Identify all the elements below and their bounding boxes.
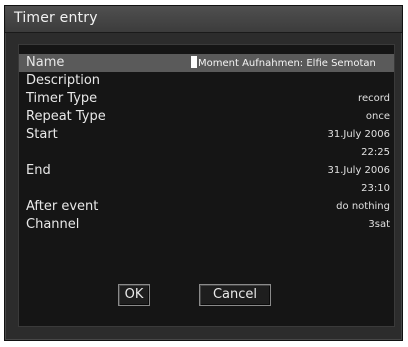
field-row-name[interactable]: Name Moment Aufnahmen: Elfie Semotan xyxy=(19,54,394,72)
end-label: End xyxy=(26,163,51,178)
field-row-start-date[interactable]: Start 31.July 2006 xyxy=(19,126,394,144)
field-row-after-event[interactable]: After event do nothing xyxy=(19,198,394,216)
timer-entry-dialog: Timer entry Name Moment Aufnahmen: Elfie… xyxy=(4,5,403,341)
timer-type-label: Timer Type xyxy=(26,91,98,106)
screen: Timer entry Name Moment Aufnahmen: Elfie… xyxy=(0,0,408,347)
field-row-end-date[interactable]: End 31.July 2006 xyxy=(19,162,394,180)
field-row-repeat-type[interactable]: Repeat Type once xyxy=(19,108,394,126)
channel-value: 3sat xyxy=(368,219,390,230)
window-title: Timer entry xyxy=(14,10,98,26)
after-event-value: do nothing xyxy=(336,201,390,212)
field-row-description[interactable]: Description xyxy=(19,72,394,90)
field-row-end-time[interactable]: 23:10 xyxy=(19,180,394,198)
end-time-value: 23:10 xyxy=(361,183,390,194)
repeat-type-label: Repeat Type xyxy=(26,109,106,124)
start-label: Start xyxy=(26,127,58,142)
cancel-button[interactable]: Cancel xyxy=(199,284,271,306)
title-bar: Timer entry xyxy=(5,6,402,33)
text-cursor xyxy=(191,56,197,68)
name-input[interactable]: Moment Aufnahmen: Elfie Semotan xyxy=(191,56,391,70)
repeat-type-value: once xyxy=(365,111,390,122)
end-date-value: 31.July 2006 xyxy=(327,165,390,176)
name-value: Moment Aufnahmen: Elfie Semotan xyxy=(198,58,376,69)
channel-label: Channel xyxy=(26,217,80,232)
timer-type-value: record xyxy=(358,93,390,104)
ok-button[interactable]: OK xyxy=(118,284,150,306)
start-time-value: 22:25 xyxy=(361,147,390,158)
field-row-timer-type[interactable]: Timer Type record xyxy=(19,90,394,108)
after-event-label: After event xyxy=(26,199,99,214)
description-label: Description xyxy=(26,73,101,88)
start-date-value: 31.July 2006 xyxy=(327,129,390,140)
field-row-channel[interactable]: Channel 3sat xyxy=(19,216,394,234)
field-row-start-time[interactable]: 22:25 xyxy=(19,144,394,162)
name-label: Name xyxy=(26,55,65,70)
